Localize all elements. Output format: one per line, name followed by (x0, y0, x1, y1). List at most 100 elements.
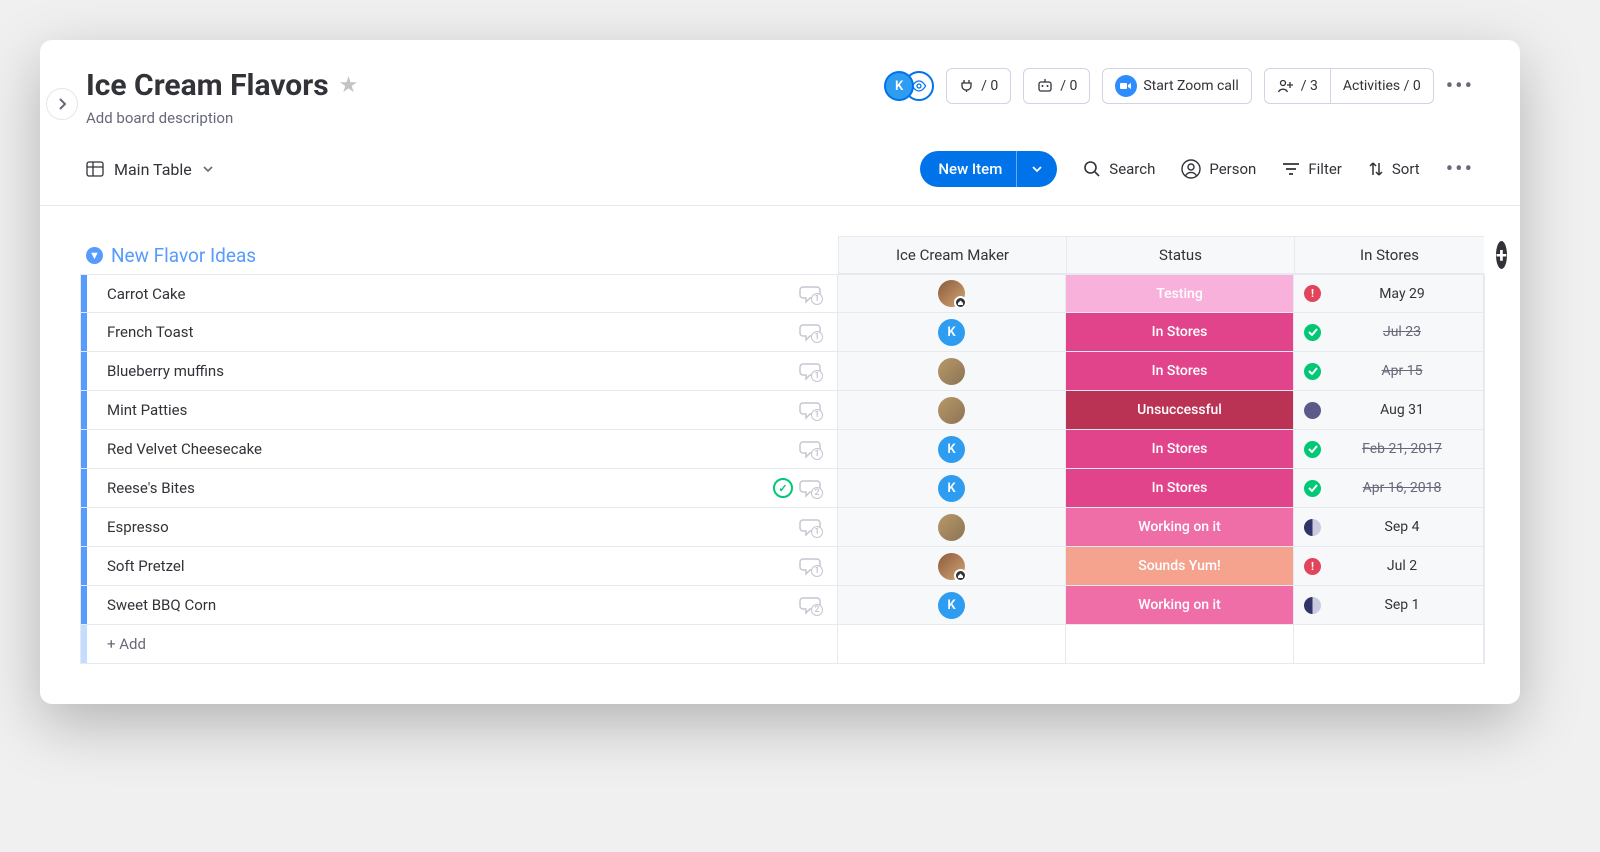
empty-cell (1066, 625, 1294, 664)
chevron-down-icon (1031, 165, 1043, 173)
date-text: Sep 1 (1331, 597, 1473, 613)
maker-cell[interactable]: K (838, 469, 1066, 508)
chat-icon[interactable]: 2 (799, 595, 821, 615)
maker-avatar[interactable] (938, 514, 965, 541)
maker-cell[interactable]: K (838, 430, 1066, 469)
date-cell[interactable]: Aug 31 (1294, 391, 1484, 430)
status-cell[interactable]: Unsuccessful (1066, 391, 1294, 430)
board-more-menu[interactable]: ••• (1446, 74, 1474, 99)
board-viewers[interactable]: K (884, 71, 934, 101)
table-row[interactable]: Blueberry muffins 1 In Stores Apr 15 (80, 352, 1480, 391)
sort-button[interactable]: Sort (1368, 160, 1420, 178)
favorite-star-icon[interactable]: ★ (339, 73, 359, 98)
maker-cell[interactable] (838, 547, 1066, 586)
maker-avatar[interactable] (938, 397, 965, 424)
item-name[interactable]: Sweet BBQ Corn (107, 596, 216, 614)
search-button[interactable]: Search (1083, 160, 1155, 178)
date-cell[interactable]: ! May 29 (1294, 274, 1484, 313)
new-item-dropdown[interactable] (1016, 151, 1057, 187)
person-filter-button[interactable]: Person (1181, 159, 1256, 179)
toolbar-more-menu[interactable]: ••• (1446, 157, 1474, 182)
chat-icon[interactable]: 1 (799, 556, 821, 576)
date-cell[interactable]: Jul 23 (1294, 313, 1484, 352)
maker-avatar[interactable] (938, 280, 965, 307)
table-row[interactable]: French Toast 1 K In Stores Jul 23 (80, 313, 1480, 352)
table-row[interactable]: Red Velvet Cheesecake 1 K In Stores Feb … (80, 430, 1480, 469)
chat-icon[interactable]: 2 (799, 478, 821, 498)
maker-avatar[interactable]: K (938, 436, 965, 463)
status-cell[interactable]: Sounds Yum! (1066, 547, 1294, 586)
maker-cell[interactable]: K (838, 313, 1066, 352)
filter-label: Filter (1308, 160, 1342, 178)
status-cell[interactable]: In Stores (1066, 430, 1294, 469)
date-cell[interactable]: Sep 1 (1294, 586, 1484, 625)
board-title[interactable]: Ice Cream Flavors (86, 68, 329, 103)
maker-avatar[interactable]: K (938, 319, 965, 346)
avatar-k: K (884, 71, 914, 101)
add-column-button[interactable]: + (1496, 241, 1507, 269)
new-item-button[interactable]: New Item (920, 151, 1057, 187)
table-row[interactable]: Soft Pretzel 1 Sounds Yum! ! Jul 2 (80, 547, 1480, 586)
column-header-status[interactable]: Status (1066, 236, 1294, 274)
item-name[interactable]: French Toast (107, 323, 193, 341)
status-cell[interactable]: Working on it (1066, 508, 1294, 547)
column-header-maker[interactable]: Ice Cream Maker (838, 236, 1066, 274)
status-cell[interactable]: In Stores (1066, 352, 1294, 391)
status-cell[interactable]: Working on it (1066, 586, 1294, 625)
date-cell[interactable]: ! Jul 2 (1294, 547, 1484, 586)
group-collapse-toggle[interactable]: ▼ (86, 247, 103, 264)
maker-cell[interactable]: K (838, 586, 1066, 625)
date-cell[interactable]: Sep 4 (1294, 508, 1484, 547)
table-row[interactable]: Reese's Bites ✓ 2 K In Stores Apr 16, 20… (80, 469, 1480, 508)
date-cell[interactable]: Feb 21, 2017 (1294, 430, 1484, 469)
group-title[interactable]: New Flavor Ideas (111, 244, 256, 267)
item-name[interactable]: Red Velvet Cheesecake (107, 440, 262, 458)
item-name[interactable]: Reese's Bites (107, 479, 195, 497)
person-icon (1181, 159, 1201, 179)
chat-icon[interactable]: 1 (799, 400, 821, 420)
maker-cell[interactable] (838, 508, 1066, 547)
chat-icon[interactable]: 1 (799, 322, 821, 342)
maker-avatar[interactable]: K (938, 592, 965, 619)
status-cell[interactable]: In Stores (1066, 313, 1294, 352)
status-cell[interactable]: In Stores (1066, 469, 1294, 508)
filter-button[interactable]: Filter (1282, 160, 1342, 178)
chat-icon[interactable]: 1 (799, 284, 821, 304)
chat-icon[interactable]: 1 (799, 439, 821, 459)
chat-icon[interactable]: 1 (799, 517, 821, 537)
item-name[interactable]: Espresso (107, 518, 169, 536)
status-cell[interactable]: Testing (1066, 274, 1294, 313)
group-color-bar (81, 508, 87, 546)
table-row[interactable]: Espresso 1 Working on it Sep 4 (80, 508, 1480, 547)
status-indicator-progress-icon (1304, 597, 1321, 614)
maker-avatar[interactable] (938, 553, 965, 580)
integrations-button[interactable]: / 0 (946, 68, 1011, 104)
maker-cell[interactable] (838, 352, 1066, 391)
item-name[interactable]: Carrot Cake (107, 285, 185, 303)
expand-sidebar-button[interactable] (46, 88, 78, 120)
activities-label: Activities / 0 (1343, 78, 1421, 94)
start-zoom-button[interactable]: Start Zoom call (1102, 68, 1251, 104)
column-header-in-stores[interactable]: In Stores (1294, 236, 1484, 274)
add-item-button[interactable]: + Add (107, 635, 146, 653)
date-cell[interactable]: Apr 15 (1294, 352, 1484, 391)
chat-icon[interactable]: 1 (799, 361, 821, 381)
table-row[interactable]: Carrot Cake 1 Testing ! May 29 (80, 274, 1480, 313)
date-text: May 29 (1331, 286, 1473, 302)
table-row[interactable]: Mint Patties 1 Unsuccessful Aug 31 (80, 391, 1480, 430)
item-name[interactable]: Soft Pretzel (107, 557, 185, 575)
maker-avatar[interactable]: K (938, 475, 965, 502)
activities-button[interactable]: Activities / 0 (1330, 68, 1434, 104)
item-name[interactable]: Mint Patties (107, 401, 187, 419)
maker-cell[interactable] (838, 391, 1066, 430)
date-cell[interactable]: Apr 16, 2018 (1294, 469, 1484, 508)
table-row[interactable]: Sweet BBQ Corn 2 K Working on it Sep 1 (80, 586, 1480, 625)
maker-cell[interactable] (838, 274, 1066, 313)
item-name[interactable]: Blueberry muffins (107, 362, 224, 380)
people-icon (1277, 79, 1295, 93)
maker-avatar[interactable] (938, 358, 965, 385)
board-description[interactable]: Add board description (86, 109, 358, 127)
view-selector[interactable]: Main Table (86, 160, 214, 179)
automations-button[interactable]: / 0 (1023, 68, 1090, 104)
invite-members-button[interactable]: / 3 (1264, 68, 1330, 104)
